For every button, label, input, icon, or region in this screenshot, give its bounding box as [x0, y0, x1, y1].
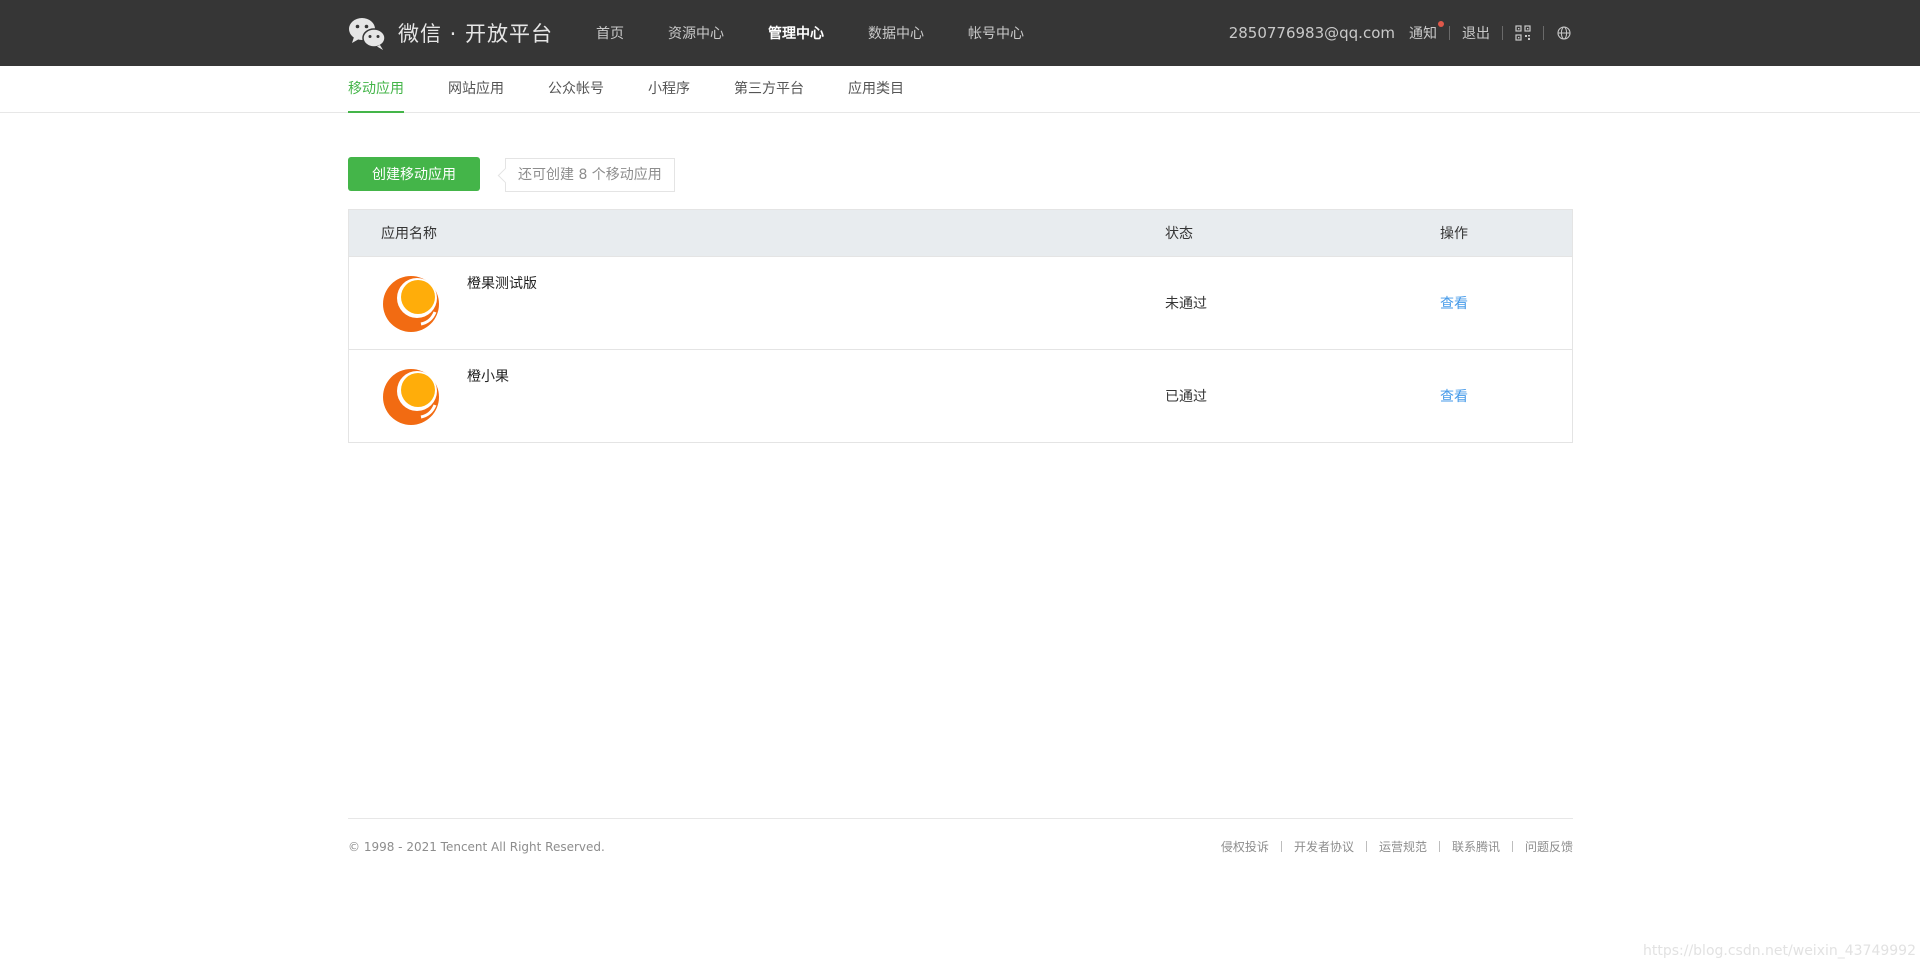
- qr-code-icon[interactable]: [1515, 25, 1531, 41]
- top-bar: 微信 · 开放平台 首页 资源中心 管理中心 数据中心 帐号中心 2850776…: [0, 0, 1920, 66]
- tab-website-apps[interactable]: 网站应用: [448, 66, 504, 113]
- table-row: 橙果测试版 未通过 查看: [349, 256, 1572, 349]
- footer-link-operation-rules[interactable]: 运营规范: [1379, 838, 1427, 855]
- divider: [1365, 841, 1367, 852]
- create-mobile-app-button[interactable]: 创建移动应用: [348, 157, 480, 191]
- logo-text: 微信 · 开放平台: [398, 22, 554, 46]
- column-header-app-name: 应用名称: [381, 226, 437, 242]
- footer-link-feedback[interactable]: 问题反馈: [1525, 838, 1573, 855]
- notify-label: 通知: [1409, 26, 1437, 42]
- sub-nav: 移动应用 网站应用 公众帐号 小程序 第三方平台 应用类目: [0, 66, 1920, 113]
- app-name: 橙小果: [467, 369, 509, 385]
- divider: [1502, 26, 1503, 40]
- app-logo-icon: [383, 369, 439, 425]
- divider: [1511, 841, 1513, 852]
- logo[interactable]: 微信 · 开放平台: [348, 15, 553, 51]
- tab-third-party-platform[interactable]: 第三方平台: [734, 66, 804, 113]
- app-status: 未通过: [1165, 296, 1207, 312]
- notify-link[interactable]: 通知: [1409, 21, 1444, 43]
- tab-mini-programs[interactable]: 小程序: [648, 66, 690, 113]
- footer-links: 侵权投诉 开发者协议 运营规范 联系腾讯 问题反馈: [1221, 838, 1573, 855]
- copyright: © 1998 - 2021 Tencent All Right Reserved…: [348, 840, 605, 854]
- footer-divider: [348, 818, 1573, 819]
- tab-official-accounts[interactable]: 公众帐号: [548, 66, 604, 113]
- app-table: 应用名称 状态 操作 橙果测试版 未通过 查看 橙小果 已通过 查看: [348, 209, 1573, 443]
- table-row: 橙小果 已通过 查看: [349, 349, 1572, 442]
- main-nav: 首页 资源中心 管理中心 数据中心 帐号中心: [596, 0, 1068, 66]
- footer-link-contact-tencent[interactable]: 联系腾讯: [1452, 838, 1500, 855]
- app-name: 橙果测试版: [467, 276, 537, 292]
- account-area: 2850776983@qq.com 通知 退出: [1229, 0, 1572, 66]
- nav-resource-center[interactable]: 资源中心: [668, 23, 724, 43]
- table-header: 应用名称 状态 操作: [349, 210, 1572, 256]
- tab-mobile-apps[interactable]: 移动应用: [348, 66, 404, 113]
- app-logo-icon: [383, 276, 439, 332]
- wechat-logo-icon: [349, 18, 386, 50]
- divider: [1543, 26, 1544, 40]
- nav-data-center[interactable]: 数据中心: [868, 23, 924, 43]
- nav-management-center[interactable]: 管理中心: [768, 23, 824, 43]
- nav-account-center[interactable]: 帐号中心: [968, 23, 1024, 43]
- column-header-action: 操作: [1440, 226, 1468, 242]
- logout-link[interactable]: 退出: [1462, 23, 1490, 43]
- column-header-status: 状态: [1165, 226, 1193, 242]
- app-status: 已通过: [1165, 389, 1207, 405]
- globe-icon[interactable]: [1556, 25, 1572, 41]
- divider: [1280, 841, 1282, 852]
- divider: [1438, 841, 1440, 852]
- divider: [1449, 26, 1450, 40]
- quota-tip: 还可创建 8 个移动应用: [505, 158, 675, 192]
- nav-home[interactable]: 首页: [596, 23, 624, 43]
- footer-link-developer-agreement[interactable]: 开发者协议: [1294, 838, 1354, 855]
- notify-dot-icon: [1438, 21, 1444, 27]
- footer-link-infringement[interactable]: 侵权投诉: [1221, 838, 1269, 855]
- view-link[interactable]: 查看: [1440, 296, 1468, 312]
- tab-app-categories[interactable]: 应用类目: [848, 66, 904, 113]
- account-email[interactable]: 2850776983@qq.com: [1229, 24, 1395, 42]
- watermark: https://blog.csdn.net/weixin_43749992: [1642, 943, 1916, 959]
- view-link[interactable]: 查看: [1440, 389, 1468, 405]
